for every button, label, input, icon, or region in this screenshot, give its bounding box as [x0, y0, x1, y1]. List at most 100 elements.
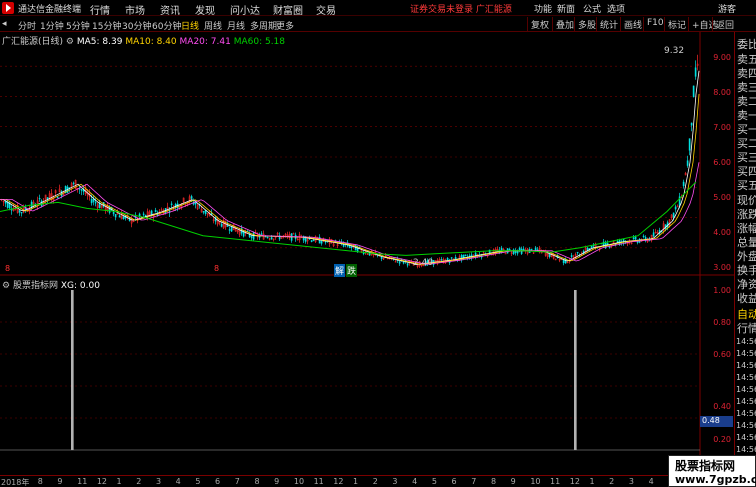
candle-body	[90, 199, 93, 204]
candle-body	[220, 223, 223, 227]
date-tick: 9	[274, 477, 280, 486]
date-tick: 10	[530, 477, 541, 486]
right-quote-panel: 委比 卖五 卖四 卖三 卖二 卖一 买一 买二 买三 买四 买五 现价 涨跌 涨…	[734, 32, 756, 487]
date-tick: 8	[254, 477, 260, 486]
candle-body	[462, 254, 465, 258]
menu-xinmian[interactable]: 新面	[557, 2, 575, 15]
period-30min[interactable]: 30分钟	[122, 19, 151, 32]
period-5min[interactable]: 5分钟	[66, 19, 90, 32]
candle-body	[122, 216, 125, 220]
y-tick: 5.00	[713, 193, 731, 202]
candle-body	[72, 182, 75, 184]
menu-gongneng[interactable]: 功能	[534, 2, 552, 15]
sub-settings-icon[interactable]: ⚙	[2, 281, 10, 291]
tool-fuquan[interactable]: 复权	[527, 17, 552, 31]
sub-y-tick: 0.60	[713, 350, 731, 359]
y-tick: 3.00	[713, 263, 731, 272]
tool-biaoji[interactable]: 标记	[664, 17, 689, 31]
date-tick: 2	[372, 477, 378, 486]
unlock-marker[interactable]: 解	[334, 264, 346, 277]
menu-wenxiaoda[interactable]: 问小达	[230, 2, 260, 17]
date-tick: 9	[57, 477, 63, 486]
event-marker-2[interactable]: 8	[214, 264, 219, 273]
candle-body	[112, 211, 115, 215]
candle-body	[118, 215, 121, 218]
date-tick: 7	[471, 477, 477, 486]
date-tick: 4	[412, 477, 418, 486]
candle-body	[312, 239, 315, 242]
candle-body	[504, 253, 507, 255]
menu-caifuquan[interactable]: 财富圈	[273, 2, 303, 17]
market-tab[interactable]: 行情	[737, 320, 756, 336]
tick-time: 14:56	[736, 385, 756, 394]
period-toolbar: ◂ 分时 1分钟 5分钟 15分钟 30分钟 60分钟 日线 周线 月线 多周期…	[0, 16, 756, 32]
period-multi[interactable]: 多周期	[250, 19, 277, 32]
candle-body	[440, 259, 443, 261]
tick-time: 14:56	[736, 361, 756, 370]
candle-body	[264, 236, 267, 238]
candle-body	[202, 211, 205, 213]
drop-marker[interactable]: 跌	[346, 264, 358, 277]
date-tick: 1	[116, 477, 122, 486]
tool-tongji[interactable]: 统计	[596, 17, 621, 31]
candle-body	[92, 198, 95, 202]
candle-body	[324, 241, 327, 243]
candle-body	[80, 189, 83, 191]
menu-shichang[interactable]: 市场	[125, 2, 145, 17]
date-tick: 2	[136, 477, 142, 486]
candle-body	[632, 237, 635, 240]
date-tick: 8	[37, 477, 43, 486]
menu-gongshi[interactable]: 公式	[583, 2, 601, 15]
sub-y-tick: 0.20	[713, 435, 731, 444]
candle-body	[446, 257, 449, 261]
candle-body	[522, 248, 525, 251]
date-tick: 2018年	[1, 478, 30, 487]
period-fenshi[interactable]: 分时	[18, 19, 36, 32]
period-15min[interactable]: 15分钟	[92, 19, 121, 32]
tool-back[interactable]: 返回	[712, 17, 737, 31]
low-price-label: 2.40	[413, 258, 434, 268]
candle-body	[266, 236, 269, 239]
period-weekly[interactable]: 周线	[204, 19, 222, 32]
candle-body	[350, 246, 353, 248]
period-60min[interactable]: 60分钟	[152, 19, 181, 32]
tick-time: 14:56	[736, 433, 756, 442]
tick-time: 14:56	[736, 349, 756, 358]
candle-body	[534, 247, 537, 251]
candle-body	[190, 196, 193, 199]
y-tick: 9.00	[713, 53, 731, 62]
candle-body	[142, 213, 145, 215]
menu-hangqing[interactable]: 行情	[90, 2, 110, 17]
date-tick: 6	[451, 477, 457, 486]
candle-body	[520, 248, 523, 254]
login-notice[interactable]: 证券交易未登录 广汇能源	[410, 2, 512, 15]
period-more[interactable]: 更多	[276, 19, 294, 32]
user-guest[interactable]: 游客	[718, 2, 736, 15]
candle-body	[642, 235, 645, 238]
date-tick: 5	[195, 477, 201, 486]
candle-body	[6, 201, 9, 208]
candle-body	[170, 203, 173, 205]
tick-time: 14:56	[736, 397, 756, 406]
tool-huaxian[interactable]: 画线	[620, 17, 645, 31]
menu-zixun[interactable]: 资讯	[160, 2, 180, 17]
kline-chart[interactable]	[0, 32, 734, 475]
period-daily[interactable]: 日线	[181, 19, 199, 32]
candle-body	[398, 261, 401, 264]
candle-body	[94, 202, 97, 204]
sub-y-tick: 1.00	[713, 286, 731, 295]
date-tick: 6	[215, 477, 221, 486]
menu-jiaoyi[interactable]: 交易	[316, 2, 336, 17]
menu-faxian[interactable]: 发现	[195, 2, 215, 17]
date-tick: 11	[77, 477, 88, 486]
period-1min[interactable]: 1分钟	[40, 19, 64, 32]
menu-xuanxiang[interactable]: 选项	[607, 2, 625, 15]
collapse-icon[interactable]: ◂	[2, 19, 7, 29]
candle-body	[694, 67, 697, 77]
candle-body	[634, 236, 637, 240]
period-monthly[interactable]: 月线	[227, 19, 245, 32]
date-tick: 4	[175, 477, 181, 486]
candle-body	[292, 233, 295, 235]
event-marker-1[interactable]: 8	[5, 264, 10, 273]
ma10-line	[0, 93, 700, 265]
